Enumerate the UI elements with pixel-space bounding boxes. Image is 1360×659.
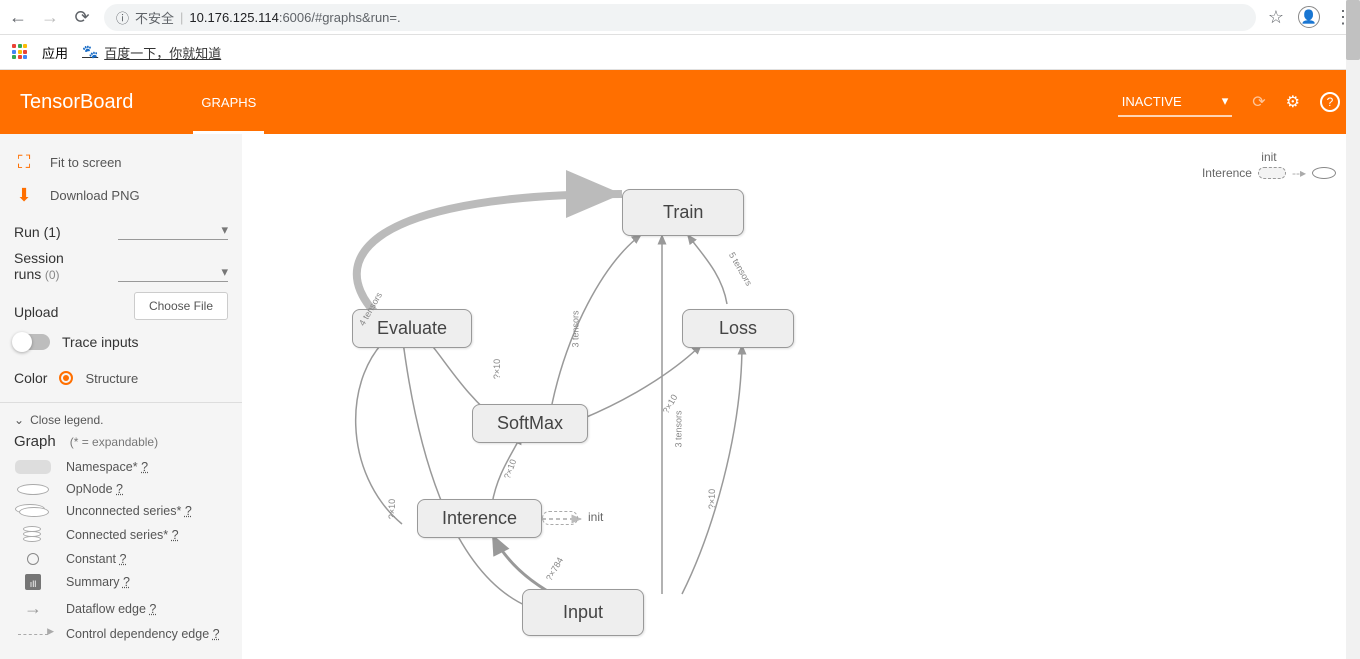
chevron-down-icon: ⌄: [14, 413, 24, 427]
minimap-init: init: [1261, 150, 1276, 164]
minimap: init Interence --▸: [1202, 150, 1336, 180]
help-icon[interactable]: ?: [1320, 92, 1340, 112]
scrollbar[interactable]: [1346, 0, 1360, 659]
edge-label: ?×784: [544, 556, 565, 583]
close-legend[interactable]: ⌄ Close legend.: [14, 413, 228, 427]
edge-label: 3 tensors: [571, 310, 581, 347]
legend-dataflow: →Dataflow edge ?: [14, 594, 228, 623]
node-train[interactable]: Train: [622, 189, 744, 236]
download-png[interactable]: ⬇ Download PNG: [14, 179, 228, 212]
back-button[interactable]: ←: [8, 7, 28, 28]
node-interence[interactable]: Interence: [417, 499, 542, 538]
info-icon: ⓘ: [116, 8, 129, 27]
minimap-interence: Interence: [1202, 166, 1252, 180]
paw-icon: 🐾: [82, 44, 98, 60]
settings-icon[interactable]: ⚙: [1286, 92, 1300, 112]
download-label: Download PNG: [50, 188, 140, 203]
bookmark-baidu[interactable]: 🐾 百度一下，你就知道: [82, 43, 221, 62]
bookmark-bar: 应用 🐾 百度一下，你就知道: [0, 35, 1360, 70]
fit-icon: ⛶: [14, 152, 34, 173]
node-init-label: init: [588, 510, 603, 524]
upload-label: Upload: [14, 304, 58, 320]
address-bar[interactable]: ⓘ 不安全 | 10.176.125.114:6006/#graphs&run=…: [104, 4, 1256, 31]
structure-radio[interactable]: [59, 371, 73, 385]
legend-connected: Connected series* ?: [14, 522, 228, 548]
reload-button[interactable]: ⟳: [72, 7, 92, 28]
url-rest: :6006/#graphs&run=.: [279, 10, 401, 25]
pipe: |: [180, 10, 183, 25]
legend-namespace: Namespace* ?: [14, 456, 228, 478]
choose-file-button[interactable]: Choose File: [134, 292, 228, 320]
download-icon: ⬇: [14, 185, 34, 206]
node-init-ghost: [542, 511, 578, 525]
legend-opnode: OpNode ?: [14, 478, 228, 500]
graph-label: Graph: [14, 433, 56, 450]
fit-to-screen[interactable]: ⛶ Fit to screen: [14, 146, 228, 179]
sidebar: ⛶ Fit to screen ⬇ Download PNG Run (1) ▾…: [0, 134, 242, 659]
session-select[interactable]: ▾: [118, 264, 228, 282]
edge-label: ?×10: [492, 359, 502, 379]
legend-constant: Constant ?: [14, 548, 228, 570]
session-count: (0): [45, 268, 60, 282]
legend-summary: ıllSummary ?: [14, 570, 228, 594]
tensorboard-logo: TensorBoard: [20, 91, 133, 114]
tab-graphs[interactable]: GRAPHS: [193, 70, 264, 134]
trace-label: Trace inputs: [62, 334, 139, 350]
color-label: Color: [14, 370, 47, 386]
tensorboard-header: TensorBoard GRAPHS INACTIVE ▾ ⟳ ⚙ ?: [0, 70, 1360, 134]
bookmark-label: 百度一下，你就知道: [104, 43, 221, 62]
browser-toolbar: ← → ⟳ ⓘ 不安全 | 10.176.125.114:6006/#graph…: [0, 0, 1360, 35]
fit-label: Fit to screen: [50, 155, 122, 170]
profile-icon[interactable]: 👤: [1298, 6, 1320, 28]
legend-unconnected: Unconnected series* ?: [14, 500, 228, 522]
insecure-label: 不安全: [135, 8, 174, 27]
scrollbar-thumb[interactable]: [1346, 0, 1360, 60]
apps-icon[interactable]: [12, 44, 28, 60]
forward-button[interactable]: →: [40, 7, 60, 28]
refresh-icon[interactable]: ⟳: [1252, 92, 1265, 112]
url-host: 10.176.125.114: [189, 10, 278, 25]
trace-inputs-toggle[interactable]: [14, 334, 50, 350]
node-softmax[interactable]: SoftMax: [472, 404, 588, 443]
node-input[interactable]: Input: [522, 589, 644, 636]
edge-label: ?×10: [502, 458, 518, 480]
edge-label: ?×10: [387, 499, 397, 519]
node-loss[interactable]: Loss: [682, 309, 794, 348]
star-icon[interactable]: ☆: [1268, 7, 1284, 28]
chevron-down-icon: ▾: [1222, 93, 1229, 109]
apps-label[interactable]: 应用: [42, 43, 68, 62]
legend-ctrldep: Control dependency edge ?: [14, 623, 228, 645]
graph-canvas[interactable]: Train Evaluate Loss SoftMax Interence In…: [242, 134, 1360, 659]
structure-label: Structure: [85, 371, 138, 386]
edge-label: ?×10: [707, 489, 717, 509]
edge-label: 5 tensors: [727, 250, 754, 287]
run-selector[interactable]: INACTIVE ▾: [1118, 87, 1233, 117]
expandable-note: (* = expandable): [70, 435, 158, 449]
edge-label: 3 tensors: [674, 410, 684, 447]
run-status: INACTIVE: [1122, 94, 1182, 109]
run-select[interactable]: ▾: [118, 222, 228, 240]
run-label: Run (1): [14, 224, 74, 240]
